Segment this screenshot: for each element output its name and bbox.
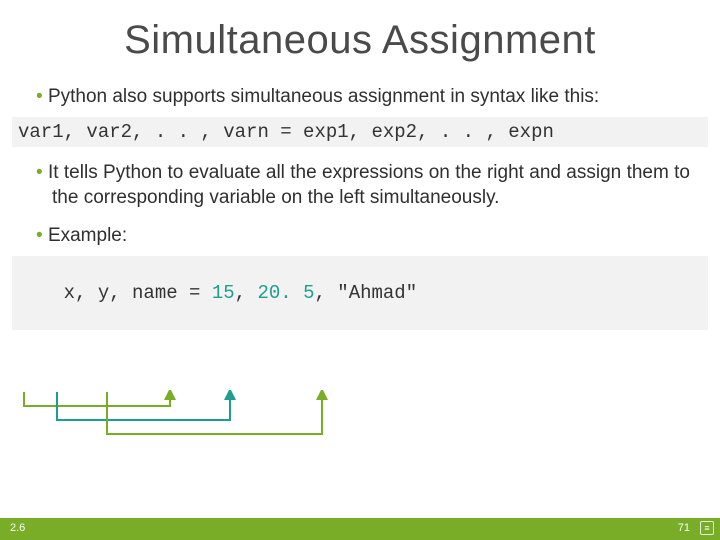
bullet-intro: Python also supports simultaneous assign… xyxy=(30,85,690,109)
footer-section: 2.6 xyxy=(10,522,25,534)
code-sep2: , xyxy=(314,282,337,304)
footer-page-number: 71 xyxy=(678,522,690,534)
code-vars: x, y, name = xyxy=(64,282,212,304)
slide-title: Simultaneous Assignment xyxy=(30,18,690,63)
arrow-name-to-ahmad xyxy=(107,392,322,434)
assignment-arrows xyxy=(12,390,672,450)
code-literal-20p5: 20. 5 xyxy=(257,282,314,304)
menu-icon-glyph: ≡ xyxy=(704,524,709,533)
slide-body: Simultaneous Assignment Python also supp… xyxy=(0,0,720,330)
code-syntax: var1, var2, . . , varn = exp1, exp2, . .… xyxy=(12,117,708,147)
arrow-y-to-20p5 xyxy=(57,392,230,420)
code-example: x, y, name = 15, 20. 5, "Ahmad" xyxy=(12,256,708,330)
code-sep1: , xyxy=(235,282,258,304)
menu-icon[interactable]: ≡ xyxy=(700,521,714,535)
code-literal-15: 15 xyxy=(212,282,235,304)
footer-bar: 2.6 71 ≡ xyxy=(0,518,720,540)
arrow-x-to-15 xyxy=(24,392,170,406)
bullet-explain: It tells Python to evaluate all the expr… xyxy=(30,161,690,210)
code-literal-ahmad: "Ahmad" xyxy=(337,282,417,304)
bullet-example-label: Example: xyxy=(30,224,690,248)
